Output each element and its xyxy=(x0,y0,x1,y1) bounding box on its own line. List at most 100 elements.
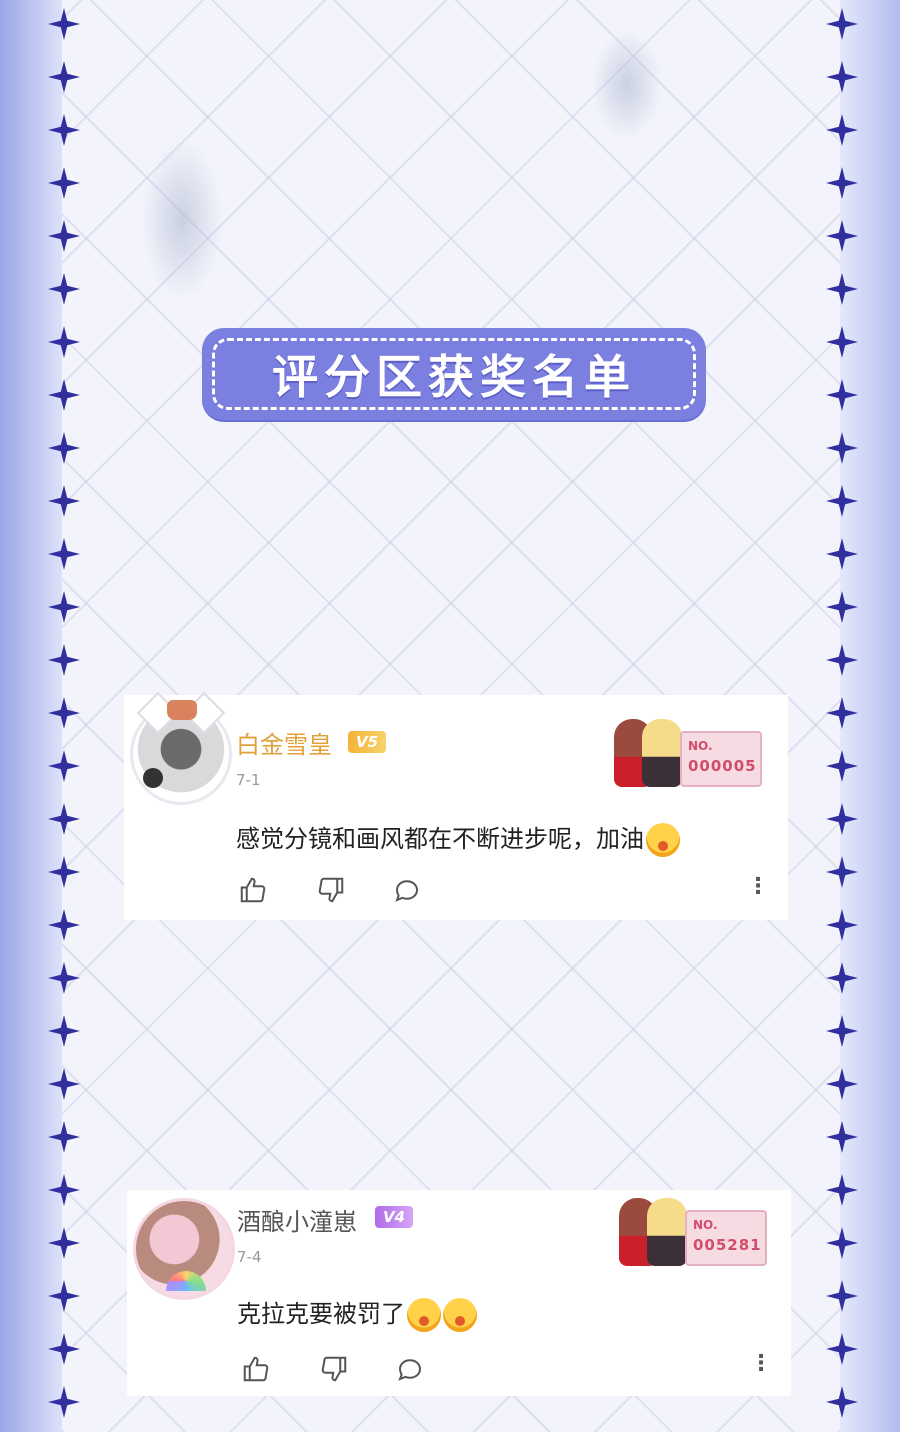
level-badge: V5 xyxy=(348,731,387,753)
thumbs-down-icon[interactable] xyxy=(317,1352,351,1386)
comment-date: 7-4 xyxy=(237,1248,262,1266)
star-decoration-icon xyxy=(826,485,858,517)
star-decoration-icon xyxy=(48,326,80,358)
left-star-border xyxy=(44,0,84,1432)
thumbs-down-icon[interactable] xyxy=(314,873,348,907)
comment-actions xyxy=(239,1352,439,1386)
star-decoration-icon xyxy=(48,1015,80,1047)
shocked-emoji-icon xyxy=(646,823,680,857)
avatar[interactable] xyxy=(133,1198,235,1300)
title-banner-dashed-frame: 评分区获奖名单 xyxy=(212,338,696,410)
star-decoration-icon xyxy=(826,273,858,305)
comment-actions xyxy=(236,873,436,907)
star-decoration-icon xyxy=(826,8,858,40)
more-vertical-icon[interactable]: ⋮ xyxy=(747,869,769,903)
star-decoration-icon xyxy=(48,697,80,729)
thumbs-up-icon[interactable] xyxy=(239,1352,273,1386)
ticket-badge: NO. 005281 xyxy=(685,1210,767,1266)
comment-card: 白金雪皇 V5 7-1 NO. 000005 感觉分镜和画风都在不断进步呢，加油… xyxy=(124,691,788,920)
star-decoration-icon xyxy=(826,1333,858,1365)
sticker-character xyxy=(642,719,682,787)
star-decoration-icon xyxy=(48,962,80,994)
comment-text: 克拉克要被罚了 xyxy=(237,1294,477,1332)
shocked-emoji-icon xyxy=(407,1298,441,1332)
star-decoration-icon xyxy=(826,856,858,888)
avatar-rainbow-decoration xyxy=(166,1271,206,1291)
star-decoration-icon xyxy=(826,1174,858,1206)
fan-ticket-sticker: NO. 005281 xyxy=(617,1198,767,1270)
star-decoration-icon xyxy=(826,1227,858,1259)
star-decoration-icon xyxy=(826,326,858,358)
page-title: 评分区获奖名单 xyxy=(272,350,636,404)
star-decoration-icon xyxy=(48,114,80,146)
star-decoration-icon xyxy=(48,220,80,252)
star-decoration-icon xyxy=(826,1015,858,1047)
star-decoration-icon xyxy=(48,485,80,517)
star-decoration-icon xyxy=(826,909,858,941)
ticket-prefix: NO. xyxy=(693,1218,718,1232)
comment-icon[interactable] xyxy=(390,873,424,907)
star-decoration-icon xyxy=(48,379,80,411)
star-decoration-icon xyxy=(826,750,858,782)
star-decoration-icon xyxy=(826,1280,858,1312)
star-decoration-icon xyxy=(826,432,858,464)
sticker-character xyxy=(647,1198,687,1266)
ticket-number: 000005 xyxy=(688,757,757,775)
star-decoration-icon xyxy=(48,61,80,93)
raindrop-decoration xyxy=(592,30,662,140)
star-decoration-icon xyxy=(826,1121,858,1153)
star-decoration-icon xyxy=(48,1227,80,1259)
username[interactable]: 酒酿小潼崽 xyxy=(237,1202,357,1237)
comment-card: 酒酿小潼崽 V4 7-4 NO. 005281 克拉克要被罚了 ⋮ xyxy=(127,1190,791,1396)
star-decoration-icon xyxy=(48,1121,80,1153)
star-decoration-icon xyxy=(826,591,858,623)
star-decoration-icon xyxy=(826,1068,858,1100)
ticket-badge: NO. 000005 xyxy=(680,731,762,787)
raindrop-decoration xyxy=(142,140,222,300)
ticket-prefix: NO. xyxy=(688,739,713,753)
star-decoration-icon xyxy=(48,856,80,888)
avatar-paw-decoration xyxy=(143,768,163,788)
star-decoration-icon xyxy=(48,750,80,782)
star-decoration-icon xyxy=(48,1280,80,1312)
username[interactable]: 白金雪皇 xyxy=(236,725,332,760)
thumbs-up-icon[interactable] xyxy=(236,873,270,907)
fan-ticket-sticker: NO. 000005 xyxy=(612,719,762,791)
star-decoration-icon xyxy=(826,114,858,146)
star-decoration-icon xyxy=(826,61,858,93)
star-decoration-icon xyxy=(48,1174,80,1206)
comment-date: 7-1 xyxy=(236,771,261,789)
star-decoration-icon xyxy=(826,803,858,835)
star-decoration-icon xyxy=(826,220,858,252)
star-decoration-icon xyxy=(48,909,80,941)
comment-text-body: 克拉克要被罚了 xyxy=(237,1300,405,1328)
comment-text-body: 感觉分镜和画风都在不断进步呢，加油 xyxy=(236,825,644,853)
star-decoration-icon xyxy=(826,962,858,994)
star-decoration-icon xyxy=(48,803,80,835)
title-banner: 评分区获奖名单 xyxy=(202,328,706,420)
star-decoration-icon xyxy=(48,432,80,464)
star-decoration-icon xyxy=(48,1333,80,1365)
star-decoration-icon xyxy=(48,273,80,305)
right-star-border xyxy=(822,0,862,1432)
star-decoration-icon xyxy=(826,379,858,411)
star-decoration-icon xyxy=(48,538,80,570)
star-decoration-icon xyxy=(826,1386,858,1418)
avatar[interactable] xyxy=(130,691,232,805)
comment-text: 感觉分镜和画风都在不断进步呢，加油 xyxy=(236,819,680,857)
star-decoration-icon xyxy=(826,167,858,199)
star-decoration-icon xyxy=(48,167,80,199)
star-decoration-icon xyxy=(48,1068,80,1100)
more-vertical-icon[interactable]: ⋮ xyxy=(750,1346,772,1380)
ticket-number: 005281 xyxy=(693,1236,762,1254)
comment-icon[interactable] xyxy=(393,1352,427,1386)
star-decoration-icon xyxy=(826,644,858,676)
star-decoration-icon xyxy=(48,591,80,623)
avatar-cat-decoration xyxy=(167,700,197,720)
star-decoration-icon xyxy=(48,1386,80,1418)
star-decoration-icon xyxy=(48,644,80,676)
star-decoration-icon xyxy=(826,538,858,570)
star-decoration-icon xyxy=(48,8,80,40)
level-badge: V4 xyxy=(375,1206,414,1228)
shocked-emoji-icon xyxy=(443,1298,477,1332)
